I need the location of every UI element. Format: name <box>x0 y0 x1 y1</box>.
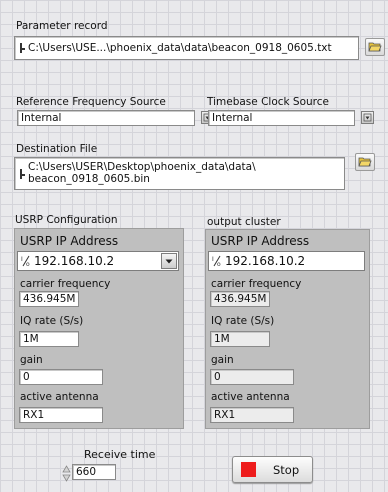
reference-frequency-source-value: Internal <box>21 112 62 124</box>
svg-text:I: I <box>212 256 214 263</box>
usrp-ip-address-header: USRP IP Address <box>20 234 119 248</box>
usrp-gain-input[interactable]: 0 <box>19 369 103 385</box>
destination-file-label: Destination File <box>16 143 98 155</box>
stop-button[interactable]: Stop <box>232 456 313 483</box>
stop-button-label: Stop <box>273 463 300 477</box>
svg-text:I: I <box>21 256 23 263</box>
receive-time-input[interactable]: 660 <box>72 464 116 480</box>
usrp-configuration-label: USRP Configuration <box>15 214 118 226</box>
stop-icon <box>241 462 256 477</box>
folder-browse-icon <box>368 42 382 52</box>
svg-text:o: o <box>26 261 30 267</box>
output-gain-label: gain <box>211 354 234 366</box>
usrp-ip-address-value: 192.168.10.2 <box>34 254 115 268</box>
output-gain-indicator: 0 <box>210 369 294 385</box>
path-icon <box>20 168 25 179</box>
parameter-record-browse-button[interactable] <box>365 38 385 56</box>
usrp-iq-rate-input[interactable]: 1M <box>19 331 79 347</box>
output-carrier-frequency-value: 436.945M <box>214 293 267 305</box>
arrow-down-icon <box>62 474 71 482</box>
receive-time-decrement-button[interactable] <box>62 472 71 482</box>
receive-time-value: 660 <box>76 466 97 478</box>
output-ip-address-indicator: Io 192.168.10.2 <box>208 251 365 271</box>
usrp-ip-address-dropdown-button[interactable] <box>161 253 177 269</box>
ring-dropdown-icon <box>363 113 372 122</box>
receive-time-increment-button[interactable] <box>62 463 71 473</box>
usrp-carrier-frequency-input[interactable]: 436.945M <box>19 291 79 307</box>
output-ip-address-header: USRP IP Address <box>211 234 310 248</box>
usrp-iq-rate-label: IQ rate (S/s) <box>20 315 84 327</box>
parameter-record-label: Parameter record <box>16 20 108 32</box>
destination-file-path-field[interactable]: C:\Users\USER\Desktop\phoenix_data\data\… <box>14 157 345 190</box>
output-gain-value: 0 <box>214 371 221 383</box>
output-carrier-frequency-indicator: 436.945M <box>210 291 270 307</box>
reference-frequency-source-label: Reference Frequency Source <box>16 96 166 108</box>
output-iq-rate-label: IQ rate (S/s) <box>211 315 275 327</box>
output-carrier-frequency-label: carrier frequency <box>211 278 302 290</box>
usrp-active-antenna-value: RX1 <box>23 409 45 421</box>
usrp-ip-address-control[interactable]: Io 192.168.10.2 <box>17 251 179 271</box>
svg-text:o: o <box>217 261 221 267</box>
folder-browse-icon <box>358 157 372 167</box>
io-constant-icon: Io <box>21 255 30 267</box>
usrp-carrier-frequency-value: 436.945M <box>23 293 76 305</box>
usrp-configuration-cluster: USRP IP Address Io 192.168.10.2 carrier … <box>14 228 184 429</box>
parameter-record-path-text: C:\Users\USE...\phoenix_data\data\beacon… <box>28 42 332 54</box>
reference-frequency-source-ring[interactable]: Internal <box>17 110 195 126</box>
timebase-clock-source-label: Timebase Clock Source <box>207 96 329 108</box>
usrp-gain-label: gain <box>20 354 43 366</box>
timebase-clock-source-dropdown-button[interactable] <box>361 111 374 124</box>
parameter-record-path-field[interactable]: C:\Users\USE...\phoenix_data\data\beacon… <box>14 36 359 60</box>
timebase-clock-source-value: Internal <box>212 112 253 124</box>
usrp-gain-value: 0 <box>23 371 30 383</box>
output-active-antenna-value: RX1 <box>214 409 236 421</box>
output-active-antenna-label: active antenna <box>211 391 290 403</box>
path-icon <box>20 43 25 53</box>
usrp-active-antenna-label: active antenna <box>20 391 99 403</box>
usrp-carrier-frequency-label: carrier frequency <box>20 278 111 290</box>
output-iq-rate-indicator: 1M <box>210 331 270 347</box>
destination-file-path-line1: C:\Users\USER\Desktop\phoenix_data\data\ <box>28 161 256 173</box>
usrp-active-antenna-input[interactable]: RX1 <box>19 407 103 423</box>
usrp-iq-rate-value: 1M <box>23 333 39 345</box>
io-constant-icon: Io <box>212 255 221 267</box>
output-cluster-label: output cluster <box>207 216 281 228</box>
timebase-clock-source-ring[interactable]: Internal <box>208 110 355 126</box>
output-ip-address-value: 192.168.10.2 <box>225 254 306 268</box>
chevron-down-icon <box>165 259 173 264</box>
output-iq-rate-value: 1M <box>214 333 230 345</box>
destination-file-path-line2: beacon_0918_0605.bin <box>28 173 150 185</box>
receive-time-label: Receive time <box>84 448 156 461</box>
output-active-antenna-indicator: RX1 <box>210 407 294 423</box>
destination-file-browse-button[interactable] <box>355 153 375 171</box>
output-cluster: USRP IP Address Io 192.168.10.2 carrier … <box>205 229 370 429</box>
